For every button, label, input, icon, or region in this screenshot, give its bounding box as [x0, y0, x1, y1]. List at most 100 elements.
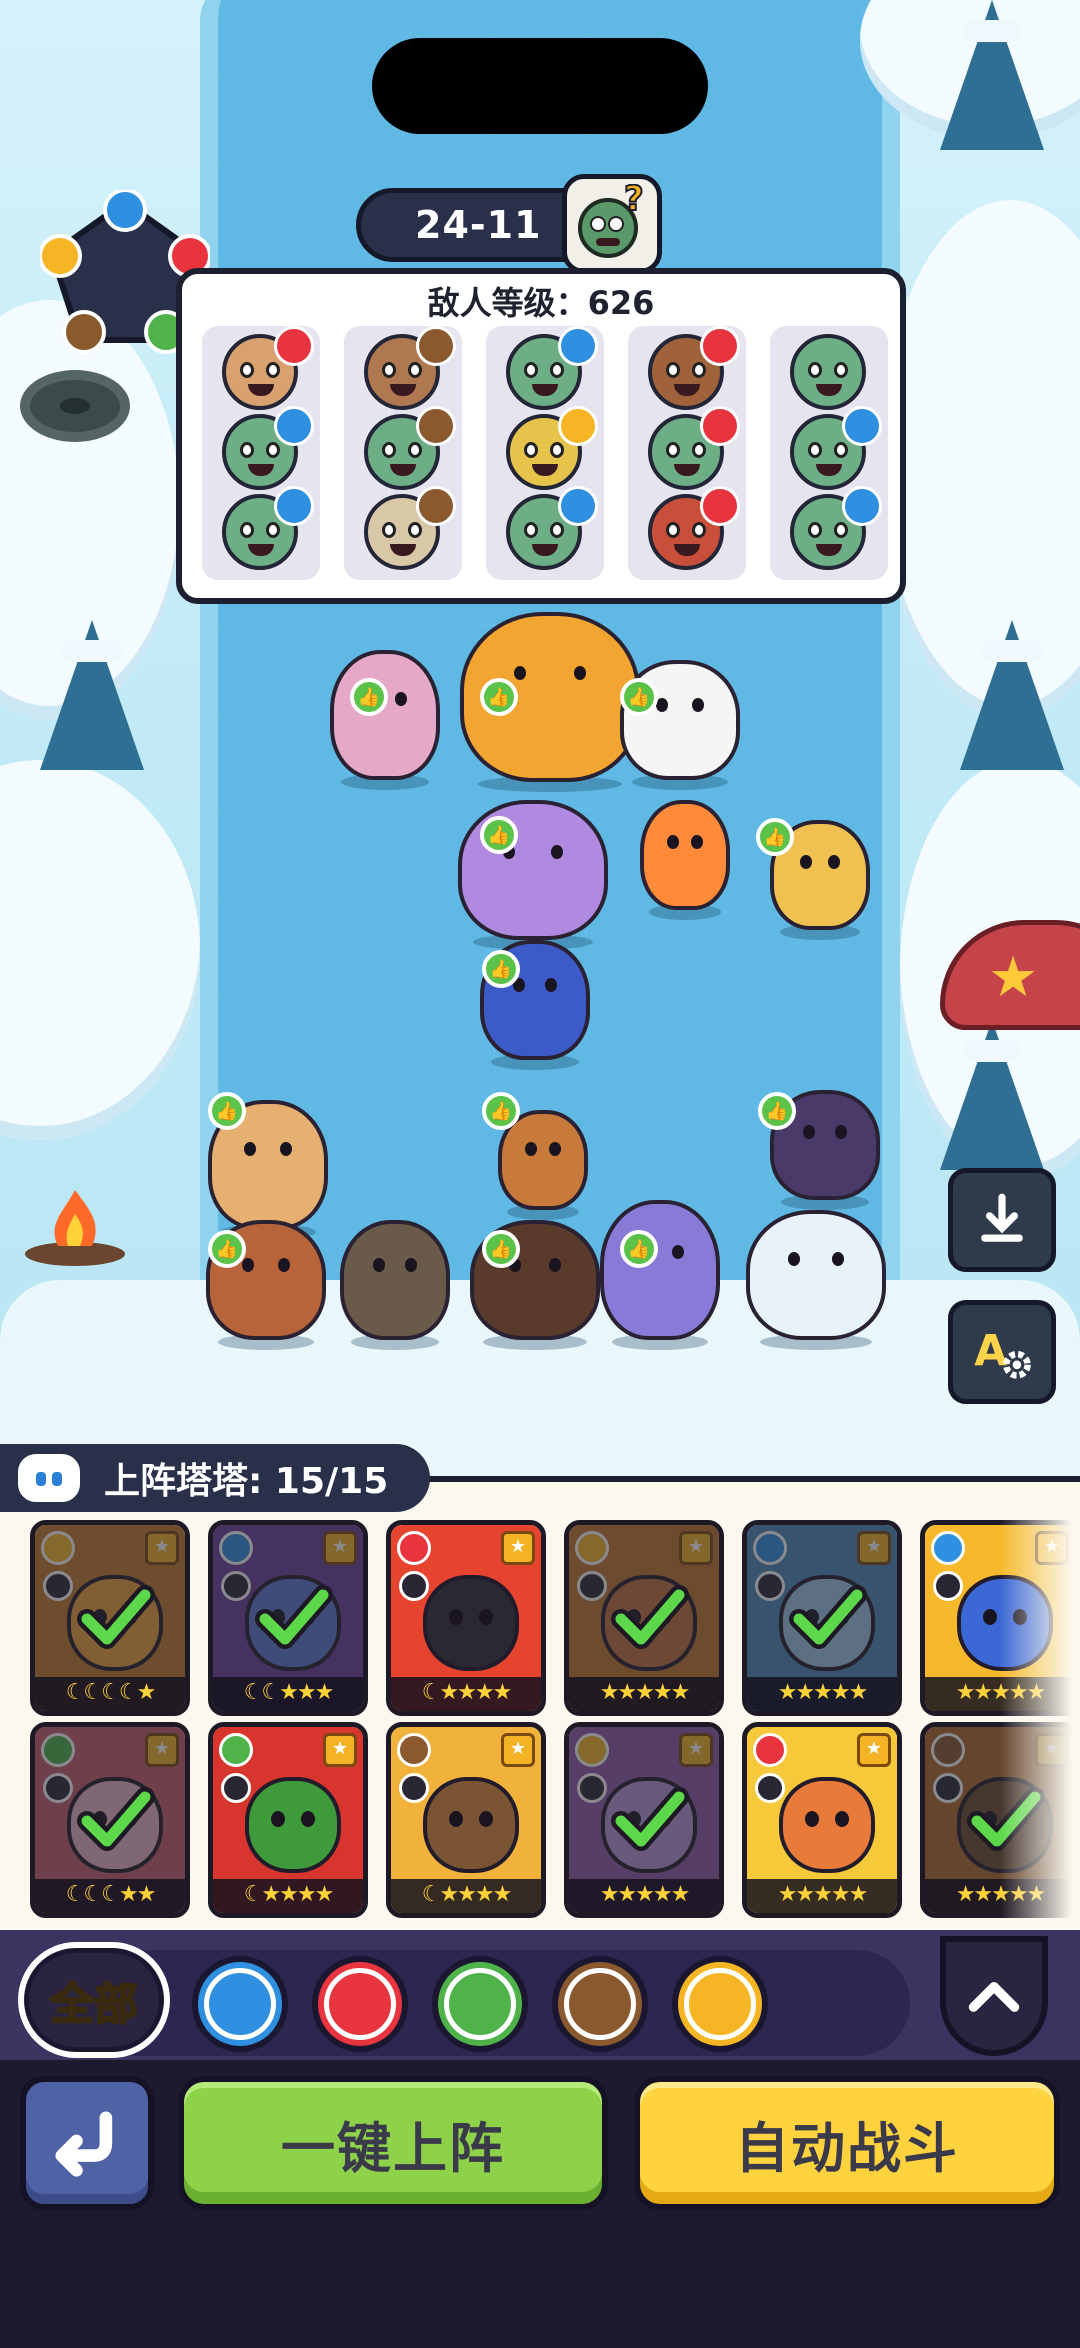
- deployed-count-label: 上阵塔塔: 15/15: [104, 1461, 389, 1502]
- tower-card[interactable]: ★ ☾★★★★: [386, 1722, 546, 1918]
- thumbs-up-buff-icon: 👍: [482, 950, 520, 988]
- water-element-icon: [274, 486, 314, 526]
- checkmark-icon: [789, 1585, 867, 1649]
- tower-card[interactable]: ★☾☾☾★★: [30, 1722, 190, 1918]
- enemy-column: [486, 326, 604, 580]
- svg-text:?: ?: [624, 184, 644, 219]
- filter-earth-button[interactable]: [552, 1956, 648, 2052]
- fire-icon: [324, 1968, 396, 2040]
- thumbs-up-buff-icon: 👍: [620, 678, 658, 716]
- star-rating: ☾★★★★: [213, 1879, 363, 1913]
- checkmark-icon: [255, 1585, 333, 1649]
- mascot-icon: [14, 1450, 84, 1506]
- stone-ring: [20, 370, 130, 442]
- earth-element-icon: [397, 1733, 431, 1767]
- earth-icon: [62, 310, 106, 354]
- tower-card[interactable]: ★★★★★★: [564, 1722, 724, 1918]
- enemy-preview-panel: 敌人等级：626: [176, 268, 906, 604]
- water-icon: [204, 1968, 276, 2040]
- rank-badge-icon: ★: [323, 1733, 357, 1767]
- checkmark-icon: [77, 1585, 155, 1649]
- campfire: [20, 1180, 130, 1270]
- pine-tree: [40, 620, 144, 770]
- tower-portrait: [423, 1777, 519, 1873]
- role-icon: [755, 1773, 785, 1803]
- snowbank: [0, 760, 200, 1140]
- auto-settings-button[interactable]: A: [948, 1300, 1056, 1404]
- allied-unit[interactable]: [746, 1210, 886, 1350]
- water-element-icon: [558, 486, 598, 526]
- fire-element-icon: [753, 1733, 787, 1767]
- enemy-column: [628, 326, 746, 580]
- pine-tree: [960, 620, 1064, 770]
- svg-text:A: A: [974, 1326, 1007, 1376]
- fire-element-icon: [700, 326, 740, 366]
- thumbs-up-buff-icon: 👍: [482, 1092, 520, 1130]
- star-rating: ☾☾★★★: [213, 1677, 363, 1711]
- water-element-icon: [931, 1531, 965, 1565]
- roster-scroll-fade: [1000, 1510, 1080, 1930]
- earth-icon: [564, 1968, 636, 2040]
- filter-water-button[interactable]: [192, 1956, 288, 2052]
- rank-badge-icon: ★: [857, 1733, 891, 1767]
- allied-unit[interactable]: [600, 1200, 720, 1350]
- tower-portrait: [245, 1777, 341, 1873]
- water-icon: [103, 188, 147, 232]
- star-rating: ☾★★★★: [391, 1677, 541, 1711]
- nature-element-icon: [219, 1733, 253, 1767]
- filter-fire-button[interactable]: [312, 1956, 408, 2052]
- thumbs-up-buff-icon: 👍: [350, 678, 388, 716]
- nature-icon: [444, 1968, 516, 2040]
- star-rating: ☾☾☾☾★: [35, 1677, 185, 1711]
- collapse-panel-button[interactable]: [940, 1936, 1048, 2056]
- save-formation-button[interactable]: [948, 1168, 1056, 1272]
- allied-unit[interactable]: [640, 800, 730, 920]
- allied-unit[interactable]: [330, 650, 440, 790]
- fire-element-icon: [274, 326, 314, 366]
- checkmark-icon: [611, 1585, 689, 1649]
- tower-card[interactable]: ★★★★★★: [742, 1520, 902, 1716]
- filter-all-label: 全部: [49, 1978, 139, 2031]
- thumbs-up-buff-icon: 👍: [482, 1230, 520, 1268]
- star-rating: ★★★★★: [569, 1879, 719, 1913]
- auto-battle-button[interactable]: 自动战斗: [634, 2076, 1060, 2210]
- thumbs-up-buff-icon: 👍: [208, 1092, 246, 1130]
- tower-card[interactable]: ★☾☾★★★: [208, 1520, 368, 1716]
- auto-deploy-button[interactable]: 一键上阵: [178, 2076, 608, 2210]
- tower-card[interactable]: ★ ☾★★★★: [386, 1520, 546, 1716]
- filter-lightning-button[interactable]: [672, 1956, 768, 2052]
- lightning-icon: [684, 1968, 756, 2040]
- auto-deploy-label: 一键上阵: [281, 2116, 505, 2180]
- enemy-column: [202, 326, 320, 580]
- role-icon: [933, 1571, 963, 1601]
- filter-all-button[interactable]: 全部: [18, 1942, 170, 2058]
- boss-preview-icon[interactable]: ?: [562, 174, 662, 274]
- water-element-icon: [842, 406, 882, 446]
- auto-gear-icon: A: [974, 1326, 1031, 1379]
- tower-card[interactable]: ★★★★★★: [742, 1722, 902, 1918]
- zombie-enemy-icon: [790, 334, 866, 410]
- tower-portrait: [779, 1777, 875, 1873]
- chevron-up-icon: [968, 1981, 1020, 2012]
- earth-element-icon: [416, 326, 456, 366]
- back-button[interactable]: [20, 2076, 154, 2210]
- tower-card[interactable]: ★☾☾☾☾★: [30, 1520, 190, 1716]
- thumbs-up-buff-icon: 👍: [480, 816, 518, 854]
- allied-unit[interactable]: [340, 1220, 450, 1350]
- role-icon: [399, 1571, 429, 1601]
- camera-notch: [372, 38, 708, 134]
- earth-element-icon: [416, 406, 456, 446]
- enemy-column: [344, 326, 462, 580]
- thumbs-up-buff-icon: 👍: [480, 678, 518, 716]
- filter-nature-button[interactable]: [432, 1956, 528, 2052]
- enemy-level-title: 敌人等级：626: [427, 284, 655, 322]
- tower-card[interactable]: ★★★★★★: [564, 1520, 724, 1716]
- fire-element-icon: [700, 406, 740, 446]
- star-rating: ☾☾☾★★: [35, 1879, 185, 1913]
- tower-portrait: [423, 1575, 519, 1671]
- tower-card[interactable]: ★ ☾★★★★: [208, 1722, 368, 1918]
- star-rating: ☾★★★★: [391, 1879, 541, 1913]
- allied-unit[interactable]: [458, 800, 608, 950]
- thumbs-up-buff-icon: 👍: [758, 1092, 796, 1130]
- return-arrow-icon: [55, 2111, 113, 2177]
